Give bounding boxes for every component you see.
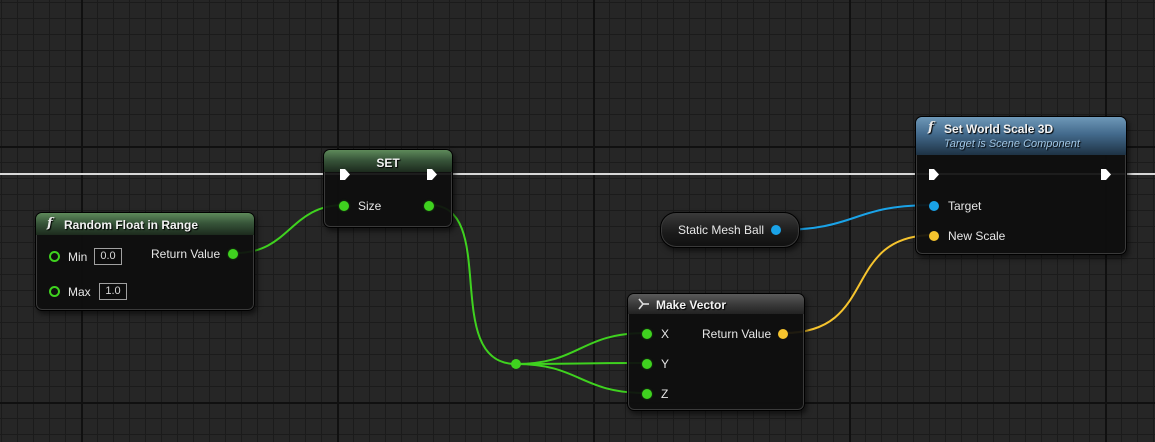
return-value-pin[interactable]: [778, 329, 788, 339]
y-label: Y: [661, 357, 670, 371]
max-value-field[interactable]: 1.0: [99, 283, 127, 300]
node-title: Random Float in Range: [64, 218, 199, 232]
new-scale-pin[interactable]: [929, 231, 939, 241]
node-title: Set World Scale 3D: [944, 122, 1054, 136]
make-vector-header[interactable]: Make Vector: [628, 294, 804, 314]
node-subtitle: Target is Scene Component: [944, 138, 1080, 150]
function-icon: f: [928, 120, 934, 135]
static-mesh-ball-label: Static Mesh Ball: [678, 223, 765, 237]
float-wire-set-to-reroute[interactable]: [429, 204, 517, 365]
size-in-pin[interactable]: [339, 201, 349, 211]
random-float-header[interactable]: f Random Float in Range: [36, 213, 254, 235]
vector-wire-make-to-scale[interactable]: [783, 234, 935, 334]
random-float-node[interactable]: f Random Float in Range Min 0.0 Max 1.0 …: [35, 212, 255, 311]
z-label: Z: [661, 387, 669, 401]
reroute-knot[interactable]: [511, 359, 521, 369]
max-pin[interactable]: [49, 286, 60, 297]
function-icon: f: [47, 216, 53, 231]
set-world-scale-node[interactable]: f Set World Scale 3D Target is Scene Com…: [915, 116, 1127, 255]
x-label: X: [661, 327, 670, 341]
static-mesh-ball-node[interactable]: Static Mesh Ball: [660, 212, 800, 248]
min-pin[interactable]: [49, 251, 60, 262]
make-vector-node[interactable]: Make Vector X Y Z Return Value: [627, 293, 805, 411]
static-mesh-ball-out-pin[interactable]: [771, 225, 781, 235]
return-value-label: Return Value: [151, 247, 221, 261]
target-pin[interactable]: [929, 201, 939, 211]
target-label: Target: [948, 199, 982, 213]
return-value-pin[interactable]: [228, 249, 238, 259]
node-title: Make Vector: [656, 298, 727, 312]
min-label: Min: [68, 250, 88, 264]
set-world-scale-header[interactable]: f Set World Scale 3D Target is Scene Com…: [916, 117, 1126, 155]
y-pin[interactable]: [642, 359, 652, 369]
z-pin[interactable]: [642, 389, 652, 399]
x-pin[interactable]: [642, 329, 652, 339]
return-value-label: Return Value: [702, 327, 772, 341]
exec-out-pin-icon[interactable]: [426, 168, 438, 181]
new-scale-label: New Scale: [948, 229, 1006, 243]
set-node[interactable]: SET Size: [323, 149, 453, 228]
max-label: Max: [68, 285, 91, 299]
exec-out-pin-icon[interactable]: [1100, 168, 1112, 181]
exec-in-pin-icon[interactable]: [928, 168, 940, 181]
exec-in-pin-icon[interactable]: [339, 168, 351, 181]
min-value-field[interactable]: 0.0: [94, 248, 122, 265]
size-label: Size: [358, 199, 382, 213]
size-out-pin[interactable]: [424, 201, 434, 211]
make-struct-icon: [638, 298, 649, 310]
